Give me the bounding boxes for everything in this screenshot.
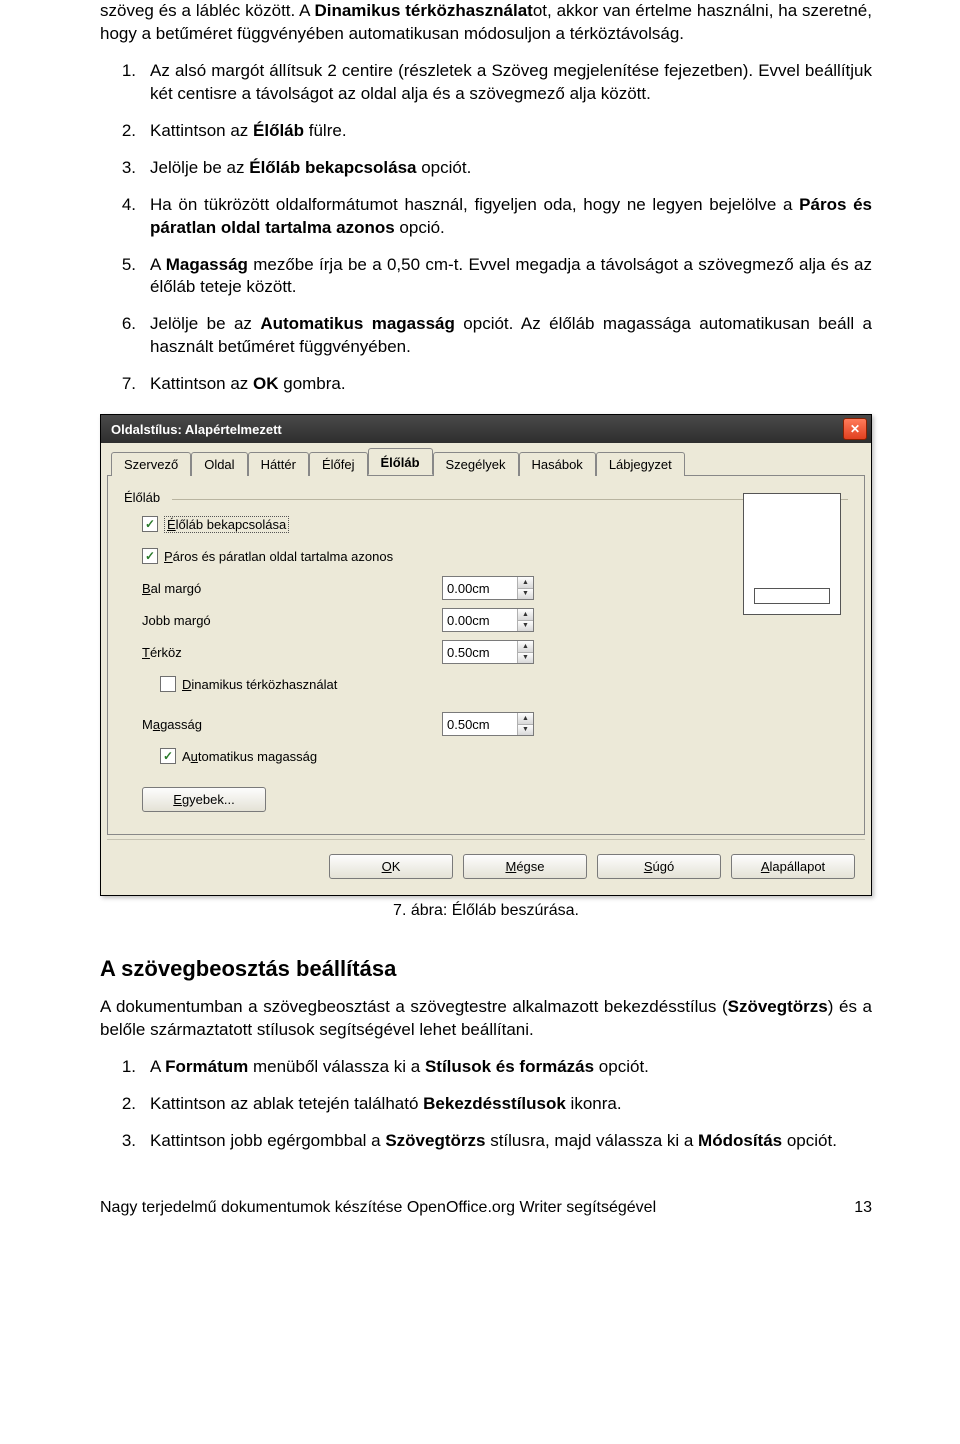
step-num: 4.: [100, 194, 150, 240]
figure-caption: 7. ábra: Élőláb beszúrása.: [100, 902, 872, 920]
step-text: A Magasság mezőbe írja be a 0,50 cm-t. E…: [150, 254, 872, 300]
intro-paragraph: szöveg és a lábléc között. A Dinamikus t…: [100, 0, 872, 46]
input-height[interactable]: [443, 713, 517, 735]
page-preview: [743, 493, 841, 615]
step-text: Kattintson az Élőláb fülre.: [150, 120, 872, 143]
tab-background[interactable]: Háttér: [248, 452, 309, 476]
footer-page-number: 13: [854, 1199, 872, 1217]
chevron-up-icon[interactable]: ▲: [518, 609, 533, 621]
checkbox-auto-height[interactable]: [160, 748, 176, 764]
tab-page[interactable]: Oldal: [191, 452, 247, 476]
tab-borders[interactable]: Szegélyek: [433, 452, 519, 476]
label-right-margin: Jobb margó: [142, 613, 442, 628]
chevron-up-icon[interactable]: ▲: [518, 713, 533, 725]
step-text: A Formátum menüből válassza ki a Stíluso…: [150, 1056, 872, 1079]
step-text: Kattintson az OK gombra.: [150, 373, 872, 396]
close-icon[interactable]: ✕: [843, 418, 867, 440]
dialog-button-row: OK Mégse Súgó Alapállapot: [107, 839, 865, 885]
step-num: 5.: [100, 254, 150, 300]
dialog-titlebar[interactable]: Oldalstílus: Alapértelmezett ✕: [101, 415, 871, 443]
step-num: 7.: [100, 373, 150, 396]
page-footer: Nagy terjedelmű dokumentumok készítése O…: [0, 1171, 960, 1229]
step-num: 2.: [100, 120, 150, 143]
section-heading: A szövegbeosztás beállítása: [100, 956, 872, 982]
step-text: Ha ön tükrözött oldalformátumot használ,…: [150, 194, 872, 240]
step-text: Jelölje be az Élőláb bekapcsolása opciót…: [150, 157, 872, 180]
cancel-button[interactable]: Mégse: [463, 854, 587, 879]
checkbox-dynamic-spacing[interactable]: [160, 676, 176, 692]
label-auto-height: Automatikus magasság: [182, 749, 317, 764]
group-label: Élőláb: [124, 490, 848, 505]
label-left-margin: Bal margó: [142, 581, 442, 596]
chevron-down-icon[interactable]: ▼: [518, 589, 533, 600]
step-num: 1.: [100, 60, 150, 106]
label-enable-footer: Élőláb bekapcsolása: [164, 516, 289, 533]
more-button[interactable]: Egyebek...: [142, 787, 266, 812]
label-spacing: Térköz: [142, 645, 442, 660]
step-text: Kattintson az ablak tetején található Be…: [150, 1093, 872, 1116]
label-height: Magasság: [142, 717, 442, 732]
help-button[interactable]: Súgó: [597, 854, 721, 879]
steps-list-1: 1. Az alsó margót állítsuk 2 centire (ré…: [100, 60, 872, 396]
step-text: Jelölje be az Automatikus magasság opció…: [150, 313, 872, 359]
ok-button[interactable]: OK: [329, 854, 453, 879]
section2-para: A dokumentumban a szövegbeosztást a szöv…: [100, 996, 872, 1042]
chevron-down-icon[interactable]: ▼: [518, 725, 533, 736]
chevron-up-icon[interactable]: ▲: [518, 577, 533, 589]
dialog-title: Oldalstílus: Alapértelmezett: [111, 422, 282, 437]
tab-header[interactable]: Élőfej: [309, 452, 368, 476]
label-same-content: Páros és páratlan oldal tartalma azonos: [164, 549, 393, 564]
tab-footer[interactable]: Élőláb: [368, 448, 433, 475]
tab-organizer[interactable]: Szervező: [111, 452, 191, 476]
steps-list-2: 1. A Formátum menüből válassza ki a Stíl…: [100, 1056, 872, 1153]
step-num: 3.: [100, 1130, 150, 1153]
tab-footnote[interactable]: Lábjegyzet: [596, 452, 685, 476]
spin-spacing[interactable]: ▲▼: [442, 640, 534, 664]
spin-left-margin[interactable]: ▲▼: [442, 576, 534, 600]
input-left-margin[interactable]: [443, 577, 517, 599]
tab-columns[interactable]: Hasábok: [519, 452, 596, 476]
input-right-margin[interactable]: [443, 609, 517, 631]
reset-button[interactable]: Alapállapot: [731, 854, 855, 879]
spin-height[interactable]: ▲▼: [442, 712, 534, 736]
step-num: 2.: [100, 1093, 150, 1116]
step-text: Az alsó margót állítsuk 2 centire (részl…: [150, 60, 872, 106]
tab-strip: Szervező Oldal Háttér Élőfej Élőláb Szeg…: [107, 449, 865, 476]
input-spacing[interactable]: [443, 641, 517, 663]
chevron-up-icon[interactable]: ▲: [518, 641, 533, 653]
page-style-dialog: Oldalstílus: Alapértelmezett ✕ Szervező …: [100, 414, 872, 896]
step-num: 3.: [100, 157, 150, 180]
label-dynamic-spacing: Dinamikus térközhasználat: [182, 677, 337, 692]
step-text: Kattintson jobb egérgombbal a Szövegtörz…: [150, 1130, 872, 1153]
step-num: 6.: [100, 313, 150, 359]
chevron-down-icon[interactable]: ▼: [518, 621, 533, 632]
checkbox-enable-footer[interactable]: [142, 516, 158, 532]
step-num: 1.: [100, 1056, 150, 1079]
preview-footer-box: [754, 588, 830, 604]
chevron-down-icon[interactable]: ▼: [518, 653, 533, 664]
checkbox-same-content[interactable]: [142, 548, 158, 564]
spin-right-margin[interactable]: ▲▼: [442, 608, 534, 632]
footer-left: Nagy terjedelmű dokumentumok készítése O…: [100, 1199, 656, 1217]
